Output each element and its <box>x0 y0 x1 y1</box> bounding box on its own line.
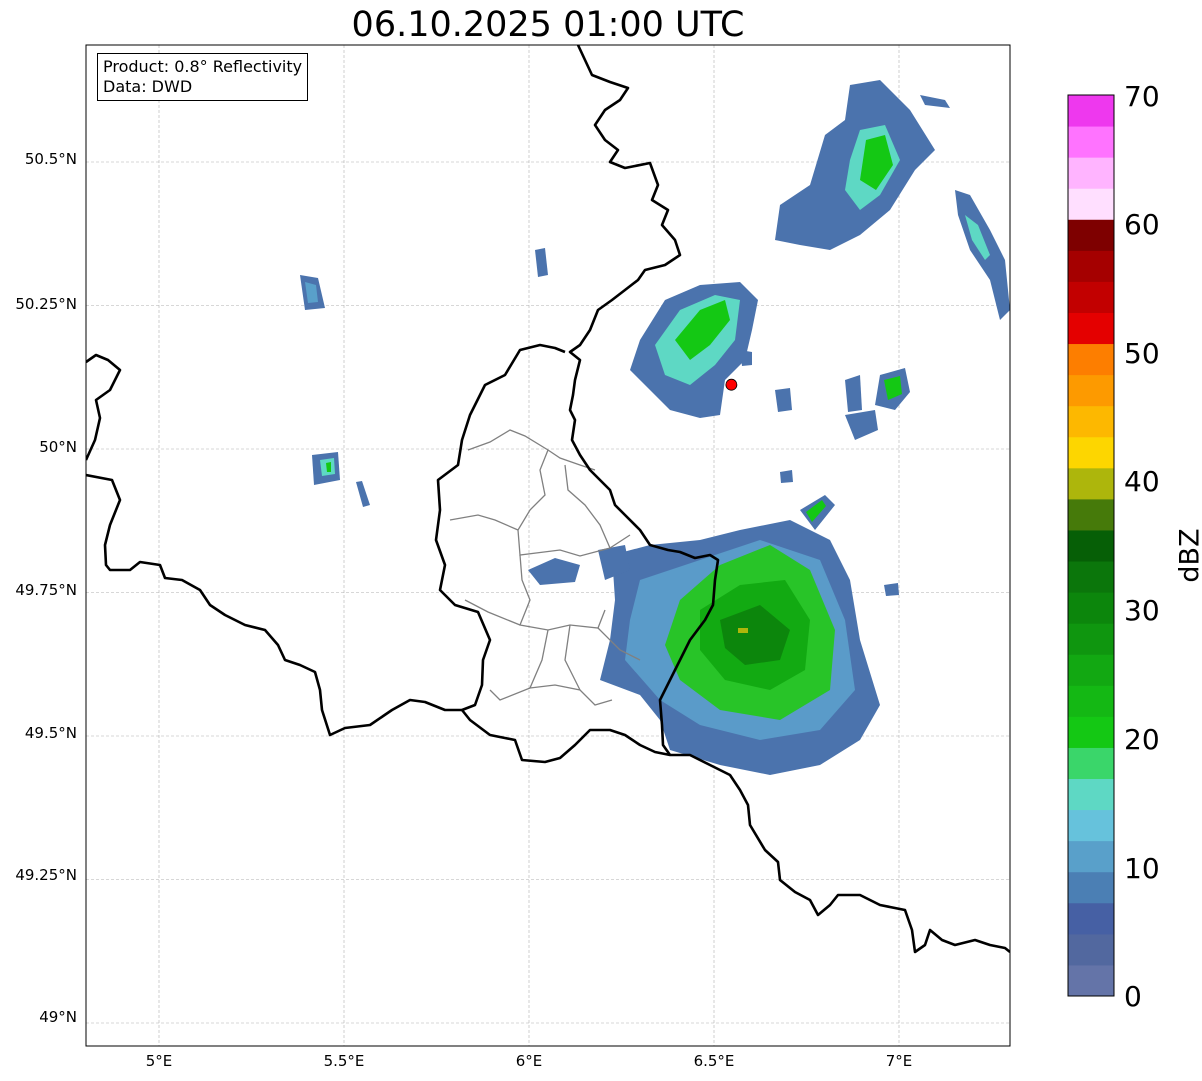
colorbar-tick-label: 40 <box>1124 465 1160 498</box>
colorbar-segment <box>1068 436 1114 469</box>
colorbar-segment <box>1068 343 1114 376</box>
colorbar-segment <box>1068 126 1114 158</box>
colorbar-segment <box>1068 778 1114 811</box>
colorbar-segment <box>1068 902 1114 935</box>
lat-tick-label: 50°N <box>39 438 77 456</box>
colorbar-segment <box>1068 840 1114 873</box>
colorbar-tick-label: 70 <box>1124 80 1160 113</box>
colorbar-tick-label: 0 <box>1124 980 1142 1013</box>
colorbar-segment <box>1068 281 1114 313</box>
colorbar-tick-label: 50 <box>1124 337 1160 370</box>
info-product: Product: 0.8° Reflectivity <box>103 57 303 76</box>
lon-tick-label: 5.5°E <box>323 1052 365 1070</box>
lon-tick-label: 5°E <box>145 1052 173 1070</box>
colorbar-tick-label: 20 <box>1124 723 1160 756</box>
colorbar-segment <box>1068 747 1114 780</box>
colorbar-segment <box>1068 374 1114 407</box>
colorbar-segment <box>1068 312 1114 345</box>
colorbar-segment <box>1068 95 1114 127</box>
colorbar-label: dBZ <box>1174 528 1202 583</box>
lat-tick-label: 50.25°N <box>15 295 77 313</box>
lon-tick-label: 6.5°E <box>693 1052 735 1070</box>
lat-tick-label: 49.5°N <box>24 724 77 742</box>
map-title: 06.10.2025 01:00 UTC <box>351 5 745 45</box>
colorbar-segment <box>1068 685 1114 717</box>
info-box: Product: 0.8° Reflectivity Data: DWD <box>97 53 309 101</box>
colorbar-segment <box>1068 250 1114 282</box>
colorbar-segment <box>1068 467 1114 500</box>
colorbar-tick-label: 30 <box>1124 594 1160 627</box>
colorbar-tick-label: 10 <box>1124 852 1160 885</box>
colorbar-tick-label: 60 <box>1124 208 1160 241</box>
lon-tick-label: 6°E <box>515 1052 543 1070</box>
colorbar-segment <box>1068 809 1114 842</box>
colorbar-segment <box>1068 498 1114 531</box>
lat-tick-label: 50.5°N <box>24 150 77 168</box>
colorbar <box>1068 95 1114 997</box>
colorbar-segment <box>1068 592 1114 624</box>
radar-map <box>85 44 1115 1047</box>
colorbar-segment <box>1068 561 1114 593</box>
lat-tick-label: 49.75°N <box>15 581 77 599</box>
colorbar-segment <box>1068 529 1114 562</box>
colorbar-segment <box>1068 654 1114 686</box>
colorbar-segment <box>1068 405 1114 438</box>
lon-tick-label: 7°E <box>885 1052 913 1070</box>
lat-tick-label: 49.25°N <box>15 866 77 884</box>
colorbar-segment <box>1068 219 1114 251</box>
colorbar-segment <box>1068 157 1114 189</box>
colorbar-segment <box>1068 623 1114 655</box>
radar-site-marker <box>725 378 738 391</box>
colorbar-segment <box>1068 964 1114 997</box>
colorbar-segment <box>1068 716 1114 748</box>
colorbar-segment <box>1068 933 1114 966</box>
colorbar-segment <box>1068 871 1114 904</box>
info-data-source: Data: DWD <box>103 77 193 96</box>
colorbar-segment <box>1068 188 1114 220</box>
lat-tick-label: 49°N <box>39 1008 77 1026</box>
